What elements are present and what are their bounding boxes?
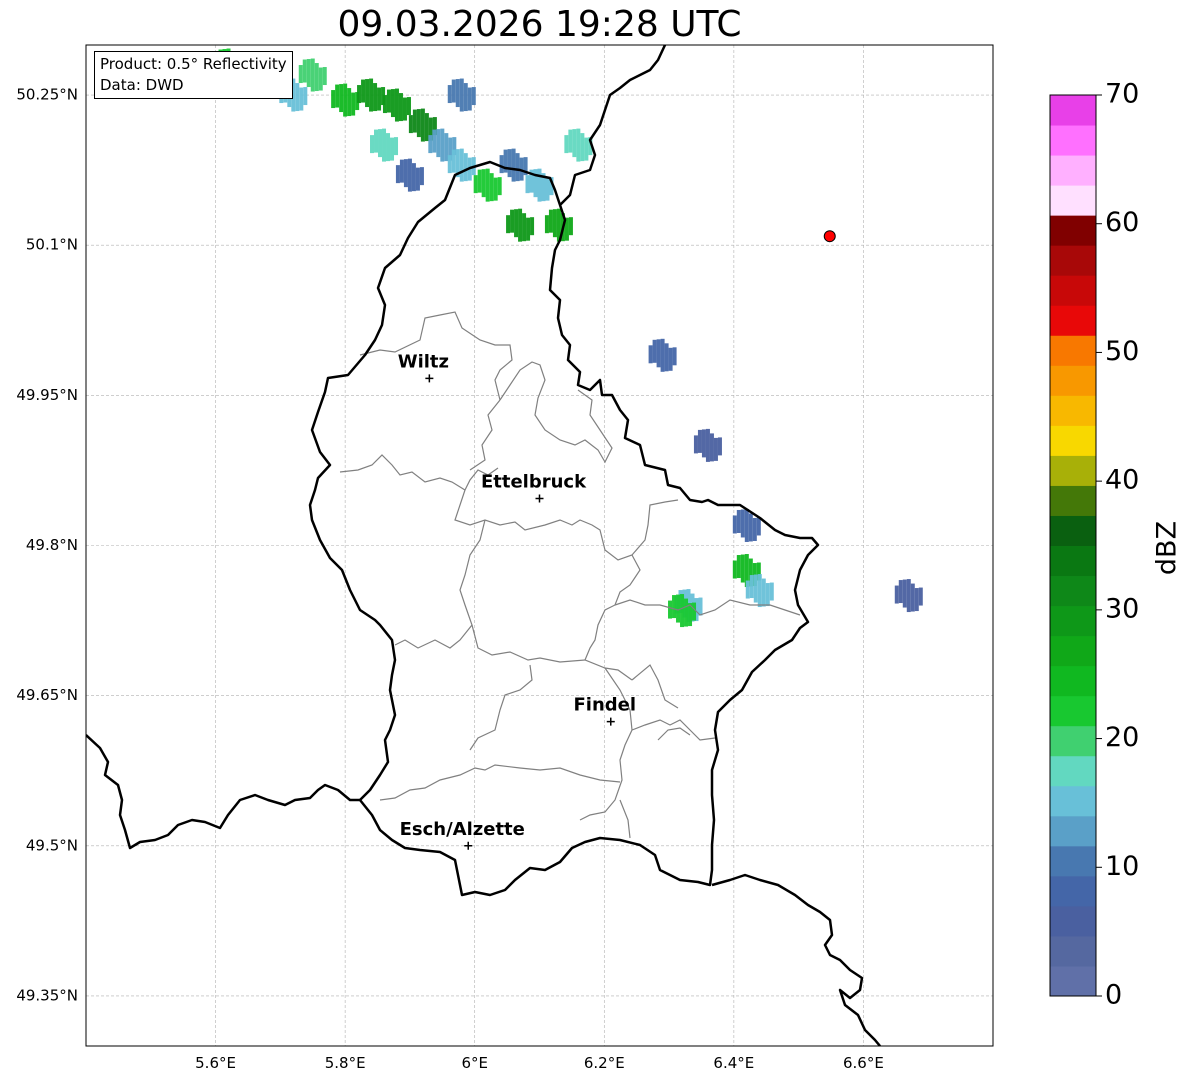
precip-cell (693, 428, 722, 462)
lat-tick-label: 50.25°N (16, 86, 78, 104)
precip-cell (447, 148, 476, 182)
data-source-label: Data: DWD (100, 76, 184, 94)
lon-tick-label: 5.6°E (195, 1054, 236, 1072)
colorbar-tick-label: 0 (1105, 980, 1122, 1011)
colorbar-segment (1050, 965, 1096, 997)
colorbar-tick-label: 50 (1105, 336, 1139, 367)
colorbar-segment (1050, 95, 1096, 126)
colorbar-tick-label: 10 (1105, 851, 1139, 882)
colorbar-segment (1050, 185, 1096, 216)
colorbar-segment (1050, 305, 1096, 336)
colorbar-segment (1050, 545, 1096, 577)
precip-cell (331, 83, 360, 117)
lat-tick-label: 49.65°N (16, 686, 78, 704)
colorbar-tick-label: 70 (1105, 79, 1139, 110)
city-marker (425, 374, 434, 383)
lat-tick-label: 49.8°N (26, 536, 78, 554)
colorbar-segment (1050, 275, 1096, 306)
colorbar-segment (1050, 425, 1096, 456)
precip-cell (648, 338, 677, 372)
colorbar-segment (1050, 155, 1096, 186)
precip-cell (370, 128, 399, 162)
city-markers: Wiltz Ettelbruck Findel Esch/Alzette (398, 351, 636, 850)
west-border (86, 734, 360, 850)
precip-cell (732, 508, 761, 542)
precip-cell (298, 58, 327, 92)
lon-tick-label: 6.4°E (713, 1054, 754, 1072)
colorbar-tick-label: 60 (1105, 207, 1139, 238)
city-label: Wiltz (398, 351, 449, 372)
precip-cell (506, 208, 535, 242)
canton-boundaries (339, 311, 801, 839)
lat-tick-label: 49.35°N (16, 986, 78, 1004)
lat-tick-label: 50.1°N (26, 236, 78, 254)
precip-cell (395, 158, 424, 192)
colorbar-segment (1050, 905, 1096, 937)
colorbar-tick-label: 30 (1105, 593, 1139, 624)
colorbar-segment (1050, 725, 1096, 757)
product-label: Product: 0.5° Reflectivity (100, 55, 287, 73)
colorbar-segment (1050, 485, 1096, 516)
colorbar-segment (1050, 875, 1096, 907)
colorbar-segment (1050, 455, 1096, 486)
lat-tick-label: 49.95°N (16, 386, 78, 404)
info-box: Product: 0.5° Reflectivity Data: DWD (94, 51, 293, 99)
colorbar-segment (1050, 935, 1096, 967)
city-marker (606, 717, 615, 726)
lat-tick-label: 49.5°N (26, 836, 78, 854)
lon-tick-label: 6.2°E (584, 1054, 625, 1072)
city-label: Findel (573, 695, 636, 716)
colorbar-segment (1050, 635, 1096, 667)
precip-cell (745, 574, 774, 608)
city-label: Ettelbruck (481, 471, 587, 492)
lon-tick-label: 5.8°E (325, 1054, 366, 1072)
city-marker (535, 494, 544, 503)
colorbar-segment (1050, 605, 1096, 637)
lon-tick-label: 6.6°E (843, 1054, 884, 1072)
precip-cell (499, 148, 528, 182)
colorbar-segment (1050, 845, 1096, 877)
colorbar-segment (1050, 695, 1096, 727)
city-label: Esch/Alzette (400, 819, 525, 840)
colorbar: 0 10 20 30 40 50 60 70 (1049, 79, 1139, 1011)
precip-cell (447, 78, 476, 112)
radar-site-marker (823, 230, 836, 243)
precip-cell (382, 88, 411, 122)
colorbar-segment (1050, 365, 1096, 396)
colorbar-tick-label: 20 (1105, 722, 1139, 753)
colorbar-tick-label: 40 (1105, 465, 1139, 496)
southeast-border (711, 873, 881, 1046)
precip-cell (544, 208, 573, 242)
colorbar-segment (1050, 665, 1096, 697)
radar-map-figure: 50.25°N 50.1°N 49.95°N 49.8°N 49.65°N 49.5°N 4… (16, 44, 1183, 1072)
precip-cell (894, 579, 923, 613)
colorbar-segment (1050, 575, 1096, 607)
north-border (559, 45, 667, 206)
precip-cell (564, 128, 593, 162)
precip-cell (473, 168, 502, 202)
colorbar-segment (1050, 755, 1096, 787)
colorbar-segment (1050, 245, 1096, 276)
colorbar-segment (1050, 395, 1096, 426)
colorbar-segment (1050, 815, 1096, 847)
colorbar-segment (1050, 335, 1096, 366)
colorbar-label: dBZ (1152, 521, 1183, 575)
city-marker (464, 841, 473, 850)
lon-tick-label: 6°E (461, 1054, 488, 1072)
colorbar-segment (1050, 215, 1096, 246)
colorbar-segment (1050, 785, 1096, 817)
colorbar-segment (1050, 515, 1096, 546)
colorbar-segment (1050, 125, 1096, 156)
precip-cell (357, 78, 386, 112)
